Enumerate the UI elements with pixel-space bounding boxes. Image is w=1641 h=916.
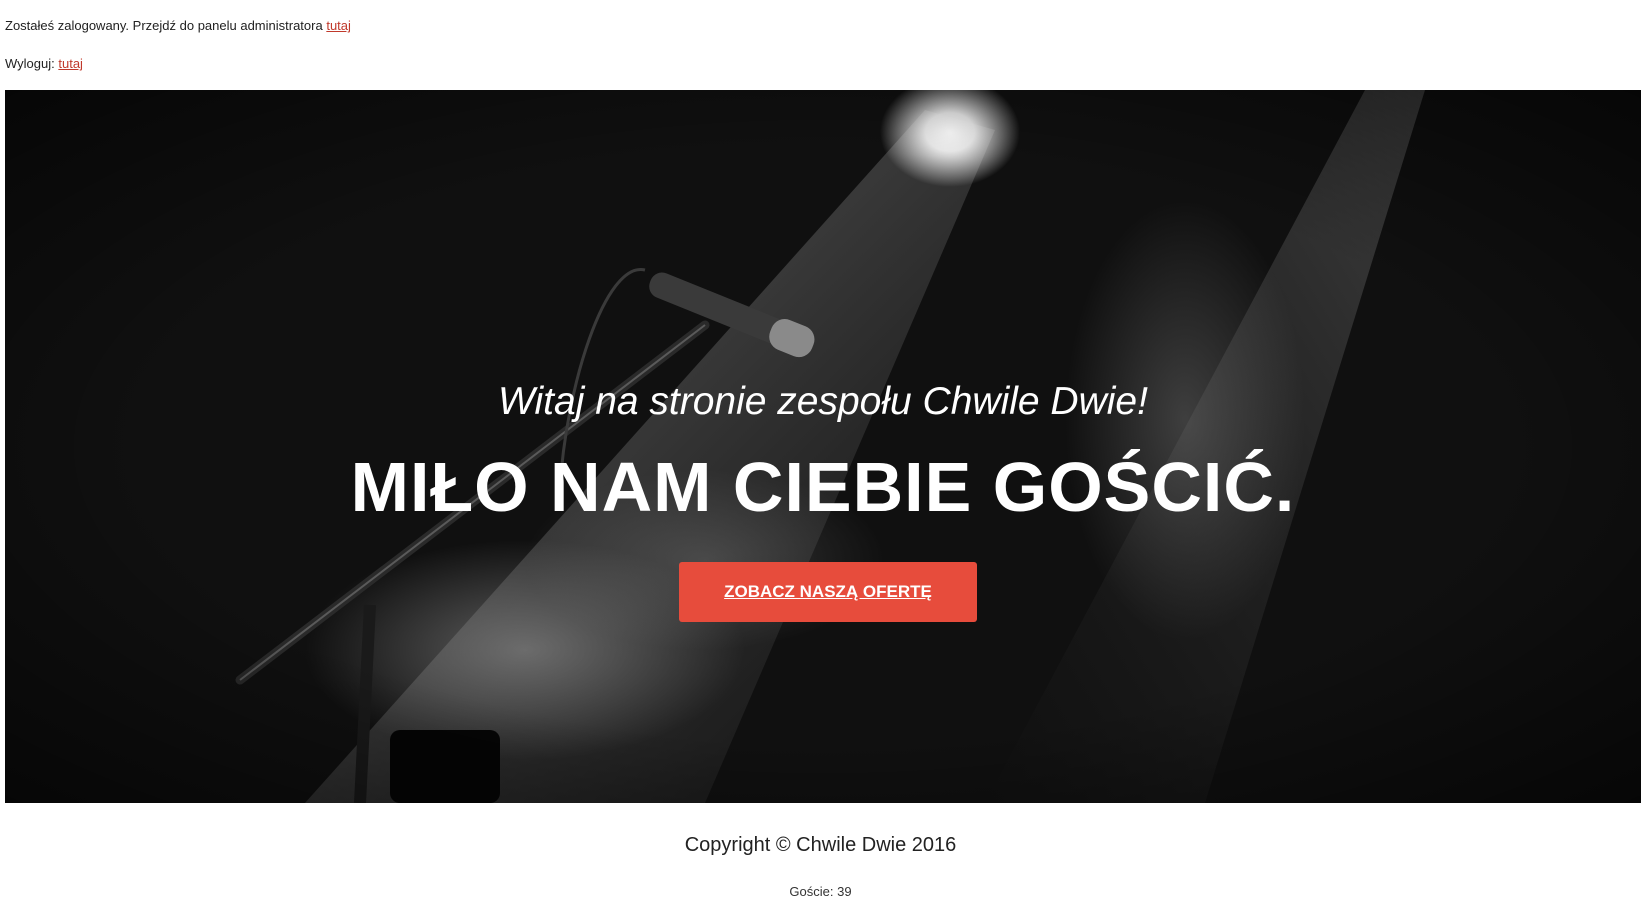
login-status-line: Zostałeś zalogowany. Przejdź do panelu a… [5, 18, 351, 33]
visitor-counter: Goście: 39 [789, 884, 852, 899]
hero-content: Witaj na stronie zespołu Chwile Dwie! MI… [5, 90, 1641, 803]
logout-line: Wyloguj: tutaj [5, 56, 83, 71]
logout-label: Wyloguj: [5, 56, 59, 71]
logout-link[interactable]: tutaj [58, 56, 83, 71]
see-offer-button[interactable]: ZOBACZ NASZĄ OFERTĘ [679, 562, 977, 622]
login-status-text: Zostałeś zalogowany. Przejdź do panelu a… [5, 18, 327, 33]
hero-title: MIŁO NAM CIEBIE GOŚCIĆ. [350, 448, 1296, 526]
hero-subtitle: Witaj na stronie zespołu Chwile Dwie! [498, 380, 1148, 423]
footer-copyright: Copyright © Chwile Dwie 2016 [684, 834, 957, 856]
hero-section: Witaj na stronie zespołu Chwile Dwie! MI… [5, 90, 1641, 803]
admin-panel-link[interactable]: tutaj [326, 18, 351, 33]
